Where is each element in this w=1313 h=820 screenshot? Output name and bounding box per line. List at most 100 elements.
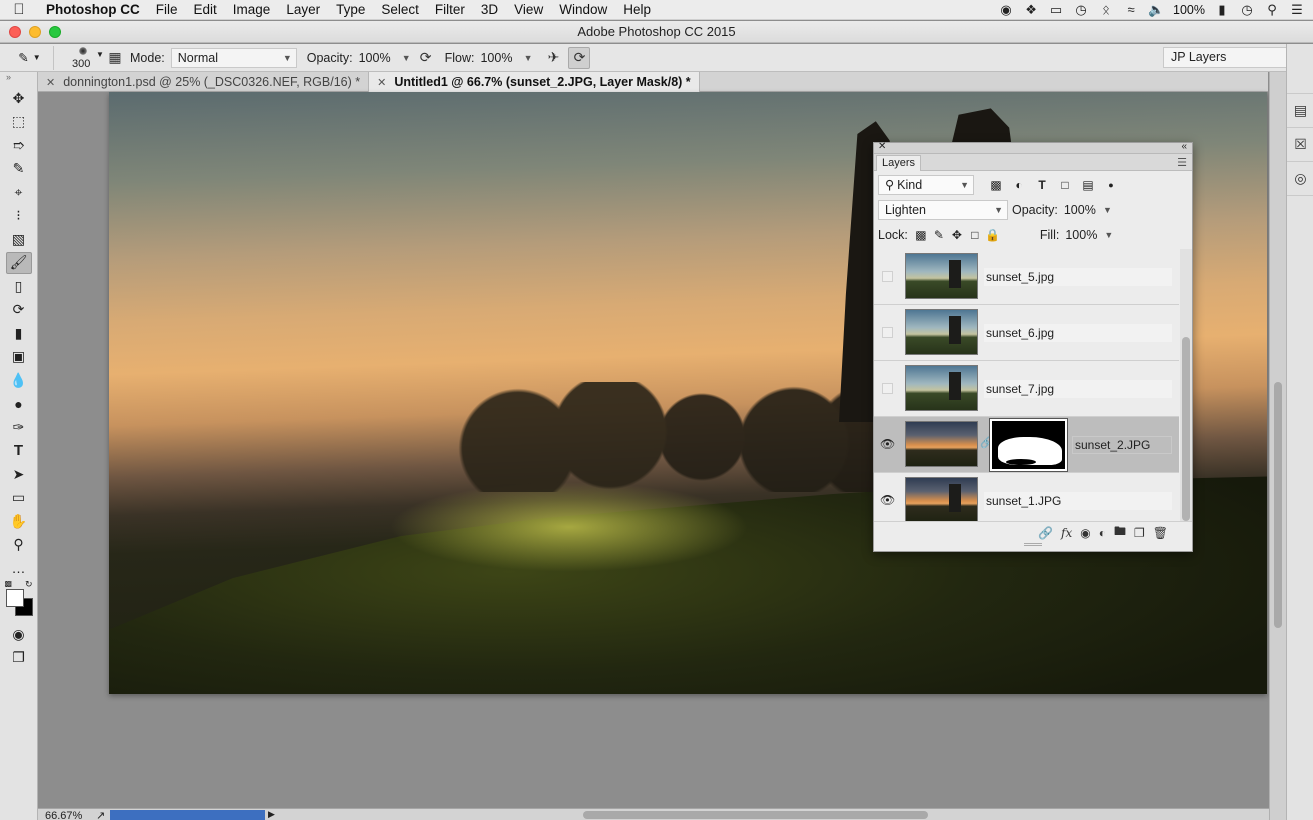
adjustment-layer-icon[interactable]: ◐ [1099, 526, 1106, 540]
screen-mode-icon[interactable]: ❐ [6, 647, 32, 669]
close-tab-icon[interactable]: ✕ [46, 76, 55, 89]
layer-thumbnail[interactable] [905, 365, 978, 411]
filter-smart-object-icon[interactable]: ▤ [1078, 176, 1098, 194]
horizontal-scrollbar-thumb[interactable] [583, 811, 928, 819]
blend-mode-select[interactable]: Lighten ▼ [878, 199, 1008, 220]
eyedropper-tool-icon[interactable]: ⁝ [6, 205, 32, 227]
menu-image[interactable]: Image [225, 2, 279, 17]
menu-view[interactable]: View [506, 2, 551, 17]
lock-artboard-icon[interactable]: □ [966, 228, 984, 242]
close-window-button[interactable] [9, 26, 21, 38]
lasso-tool-icon[interactable]: ➱ [6, 134, 32, 156]
lock-position-icon[interactable]: ✥ [948, 228, 966, 242]
share-icon[interactable]: ↗ [96, 809, 105, 820]
layer-row[interactable]: sunset_7.jpg [874, 361, 1179, 417]
menu-help[interactable]: Help [615, 2, 659, 17]
lock-transparent-icon[interactable]: ▩ [912, 228, 930, 242]
clock-icon[interactable]: ◷ [1239, 2, 1255, 18]
properties-panel-icon[interactable]: ▤ [1287, 94, 1313, 128]
airbrush-icon[interactable]: ✈ [542, 47, 564, 69]
eye-icon[interactable]: 👁 [880, 493, 895, 507]
tab-untitled1[interactable]: ✕ Untitled1 @ 66.7% (sunset_2.JPG, Layer… [369, 72, 700, 92]
filter-shape-icon[interactable]: □ [1055, 176, 1075, 194]
layers-scrollbar[interactable] [1180, 249, 1192, 521]
menu-app-name[interactable]: Photoshop CC [38, 2, 148, 17]
layer-row[interactable]: sunset_5.jpg [874, 249, 1179, 305]
trash-icon[interactable]: 🗑 [1153, 526, 1168, 540]
layers-panel-header[interactable]: ✕ « [874, 141, 1192, 154]
blur-tool-icon[interactable]: 💧 [6, 369, 32, 391]
zoom-tool-icon[interactable]: ⚲ [6, 534, 32, 556]
expand-panel-icon[interactable]: » [0, 72, 37, 86]
time-machine-icon[interactable]: ◷ [1073, 2, 1089, 18]
fullscreen-window-button[interactable] [49, 26, 61, 38]
gradient-tool-icon[interactable]: ▣ [6, 346, 32, 368]
crop-tool-icon[interactable]: ⌖ [6, 181, 32, 203]
menu-3d[interactable]: 3D [473, 2, 506, 17]
quick-mask-icon[interactable]: ◉ [6, 623, 32, 645]
move-tool-icon[interactable]: ✥ [6, 87, 32, 109]
brush-tool-icon[interactable]: 🖌 [5, 251, 32, 274]
clone-stamp-tool-icon[interactable]: ▯ [6, 275, 32, 297]
close-panel-icon[interactable]: ✕ [878, 141, 886, 152]
visibility-toggle[interactable] [882, 327, 893, 338]
filter-type-icon[interactable]: T [1032, 176, 1052, 194]
tab-layers[interactable]: Layers [876, 155, 922, 171]
layer-name[interactable]: sunset_1.JPG [984, 492, 1172, 510]
history-brush-tool-icon[interactable]: ⟳ [6, 299, 32, 321]
brush-preset-picker[interactable]: 300 ▼ [68, 45, 104, 71]
layer-row-selected[interactable]: 👁 🔗 sunset_2.JPG [874, 417, 1179, 473]
type-tool-icon[interactable]: T [6, 440, 32, 462]
airplay-icon[interactable]: ▭ [1048, 2, 1064, 18]
menu-select[interactable]: Select [373, 2, 427, 17]
layer-name[interactable]: sunset_7.jpg [984, 380, 1172, 398]
notification-center-icon[interactable]: ☰ [1289, 2, 1305, 18]
close-tab-icon[interactable]: ✕ [377, 76, 386, 89]
marquee-tool-icon[interactable]: ⬚ [6, 111, 32, 133]
info-menu-arrow-icon[interactable]: ▶ [268, 809, 275, 820]
opacity-input[interactable]: 100% ▼ [359, 48, 415, 68]
layer-name[interactable]: sunset_5.jpg [984, 268, 1172, 286]
layer-thumbnail[interactable] [905, 477, 978, 521]
panel-resize-grip[interactable] [1024, 543, 1042, 546]
bluetooth-icon[interactable]: ᛟ [1098, 2, 1114, 17]
hand-tool-icon[interactable]: ✋ [6, 510, 32, 532]
zoom-level[interactable]: 66.67% [45, 810, 82, 820]
new-group-icon[interactable]: 🖿 [1114, 522, 1126, 543]
layer-name[interactable]: sunset_2.JPG [1072, 436, 1172, 454]
menu-window[interactable]: Window [551, 2, 615, 17]
adjustments-panel-icon[interactable]: ☒ [1287, 128, 1313, 162]
menu-edit[interactable]: Edit [186, 2, 225, 17]
menu-layer[interactable]: Layer [278, 2, 328, 17]
layers-scrollbar-thumb[interactable] [1182, 337, 1190, 521]
filter-kind-select[interactable]: ⚲ Kind ▼ [878, 174, 974, 195]
layer-row[interactable]: 👁 sunset_1.JPG [874, 473, 1179, 521]
visibility-toggle[interactable] [882, 271, 893, 282]
battery-icon[interactable]: ▮ [1214, 2, 1230, 18]
more-tools-icon[interactable]: … [6, 557, 32, 579]
healing-brush-tool-icon[interactable]: ▧ [6, 228, 32, 250]
visibility-toggle[interactable] [882, 383, 893, 394]
layer-thumbnail[interactable] [905, 253, 978, 299]
layer-name[interactable]: sunset_6.jpg [984, 324, 1172, 342]
mode-select[interactable]: Normal ▼ [170, 47, 297, 68]
layer-thumbnail[interactable] [905, 421, 978, 467]
swap-colors-icon[interactable]: ↻ [25, 579, 33, 590]
link-layers-icon[interactable]: 🔗 [1038, 526, 1053, 540]
foreground-color-swatch[interactable] [5, 589, 24, 607]
wifi-icon[interactable]: ≈ [1123, 2, 1139, 17]
brush-panel-toggle-icon[interactable]: ▦ [104, 47, 126, 69]
eraser-tool-icon[interactable]: ▮ [6, 322, 32, 344]
filter-pixel-icon[interactable]: ▩ [986, 176, 1006, 194]
add-mask-icon[interactable]: ◉ [1080, 526, 1090, 540]
pressure-size-icon[interactable]: ⟳ [568, 46, 591, 69]
layer-mask-thumbnail[interactable] [989, 418, 1068, 472]
new-layer-icon[interactable]: ❐ [1134, 526, 1145, 540]
pressure-opacity-icon[interactable]: ⟳ [415, 47, 437, 69]
default-colors-icon[interactable]: ▩ [5, 579, 13, 588]
tool-preset-picker[interactable]: ✎ ▼ [6, 45, 54, 70]
filter-adjustment-icon[interactable]: ◐ [1009, 176, 1029, 194]
location-icon[interactable]: ◉ [998, 2, 1014, 18]
panel-menu-icon[interactable]: ☰ [1177, 156, 1187, 169]
rectangle-tool-icon[interactable]: ▭ [6, 487, 32, 509]
